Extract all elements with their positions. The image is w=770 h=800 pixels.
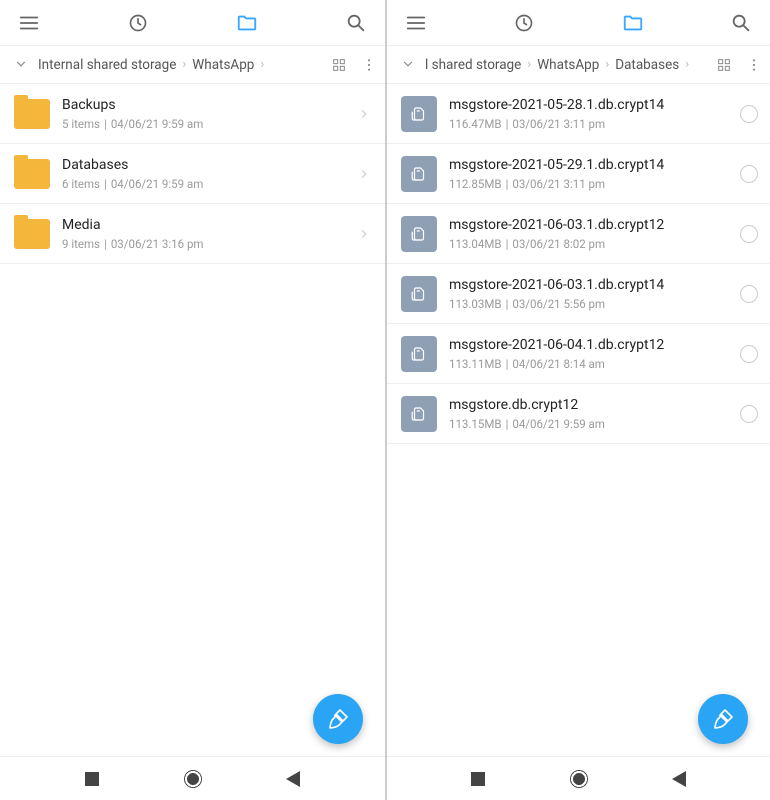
select-radio[interactable] <box>740 225 758 243</box>
file-icon <box>401 276 437 312</box>
list-item[interactable]: Media 9 items|03/06/21 3:16 pm <box>0 204 385 264</box>
chevron-down-icon[interactable] <box>14 57 30 73</box>
chevron-right-icon <box>357 166 373 182</box>
top-toolbar <box>387 0 770 46</box>
search-icon[interactable] <box>730 12 752 34</box>
item-name: msgstore-2021-06-03.1.db.crypt12 <box>449 217 728 233</box>
nav-recent-icon[interactable] <box>85 772 99 786</box>
left-pane: Internal shared storage › WhatsApp › Bac… <box>0 0 385 800</box>
hamburger-icon[interactable] <box>405 12 427 34</box>
grid-view-icon[interactable] <box>714 55 734 75</box>
chevron-right-icon <box>357 106 373 122</box>
recent-icon[interactable] <box>513 12 535 34</box>
list-item[interactable]: msgstore-2021-06-03.1.db.crypt12 113.04M… <box>387 204 770 264</box>
breadcrumb-path[interactable]: l shared storage › WhatsApp › Databases … <box>425 57 704 73</box>
more-icon[interactable] <box>744 55 764 75</box>
item-name: msgstore-2021-05-28.1.db.crypt14 <box>449 97 728 113</box>
crumb[interactable]: Internal shared storage <box>38 57 176 73</box>
file-icon <box>401 216 437 252</box>
breadcrumb-path[interactable]: Internal shared storage › WhatsApp › <box>38 57 319 73</box>
clean-fab[interactable] <box>313 694 363 744</box>
file-icon <box>401 396 437 432</box>
item-name: Databases <box>62 157 345 173</box>
folder-icon <box>14 219 50 249</box>
item-meta: 113.11MB|04/06/21 8:14 am <box>449 357 728 371</box>
list-item[interactable]: Backups 5 items|04/06/21 9:59 am <box>0 84 385 144</box>
nav-back-icon[interactable] <box>672 771 686 787</box>
select-radio[interactable] <box>740 405 758 423</box>
folder-list: Backups 5 items|04/06/21 9:59 am Databas… <box>0 84 385 756</box>
right-pane: l shared storage › WhatsApp › Databases … <box>385 0 770 800</box>
select-radio[interactable] <box>740 105 758 123</box>
breadcrumb[interactable]: l shared storage › WhatsApp › Databases … <box>387 46 770 84</box>
nav-home-icon[interactable] <box>184 770 202 788</box>
more-icon[interactable] <box>359 55 379 75</box>
item-meta: 113.04MB|03/06/21 8:02 pm <box>449 237 728 251</box>
item-meta: 9 items|03/06/21 3:16 pm <box>62 237 345 251</box>
select-radio[interactable] <box>740 285 758 303</box>
item-name: msgstore-2021-06-04.1.db.crypt12 <box>449 337 728 353</box>
list-item[interactable]: msgstore-2021-05-29.1.db.crypt14 112.85M… <box>387 144 770 204</box>
file-icon <box>401 156 437 192</box>
file-list: msgstore-2021-05-28.1.db.crypt14 116.47M… <box>387 84 770 756</box>
folder-icon <box>14 99 50 129</box>
list-item[interactable]: msgstore-2021-06-04.1.db.crypt12 113.11M… <box>387 324 770 384</box>
chevron-right-icon <box>357 226 373 242</box>
crumb[interactable]: WhatsApp <box>192 57 254 73</box>
recent-icon[interactable] <box>127 12 149 34</box>
item-name: msgstore-2021-05-29.1.db.crypt14 <box>449 157 728 173</box>
clean-fab[interactable] <box>698 694 748 744</box>
grid-view-icon[interactable] <box>329 55 349 75</box>
nav-back-icon[interactable] <box>286 771 300 787</box>
hamburger-icon[interactable] <box>18 12 40 34</box>
item-meta: 6 items|04/06/21 9:59 am <box>62 177 345 191</box>
nav-recent-icon[interactable] <box>471 772 485 786</box>
top-toolbar <box>0 0 385 46</box>
list-item[interactable]: msgstore.db.crypt12 113.15MB|04/06/21 9:… <box>387 384 770 444</box>
item-name: msgstore-2021-06-03.1.db.crypt14 <box>449 277 728 293</box>
item-meta: 112.85MB|03/06/21 3:11 pm <box>449 177 728 191</box>
item-meta: 113.03MB|03/06/21 5:56 pm <box>449 297 728 311</box>
chevron-right-icon: › <box>258 57 266 72</box>
item-meta: 5 items|04/06/21 9:59 am <box>62 117 345 131</box>
select-radio[interactable] <box>740 165 758 183</box>
list-item[interactable]: msgstore-2021-06-03.1.db.crypt14 113.03M… <box>387 264 770 324</box>
folder-tab-icon[interactable] <box>236 12 258 34</box>
breadcrumb[interactable]: Internal shared storage › WhatsApp › <box>0 46 385 84</box>
crumb[interactable]: WhatsApp <box>537 57 599 73</box>
list-item[interactable]: Databases 6 items|04/06/21 9:59 am <box>0 144 385 204</box>
select-radio[interactable] <box>740 345 758 363</box>
item-meta: 116.47MB|03/06/21 3:11 pm <box>449 117 728 131</box>
chevron-right-icon: › <box>525 57 533 72</box>
item-name: Backups <box>62 97 345 113</box>
item-name: Media <box>62 217 345 233</box>
nav-home-icon[interactable] <box>570 770 588 788</box>
crumb[interactable]: Databases <box>615 57 679 73</box>
file-icon <box>401 336 437 372</box>
item-meta: 113.15MB|04/06/21 9:59 am <box>449 417 728 431</box>
chevron-right-icon: › <box>683 57 691 72</box>
android-navbar <box>0 756 385 800</box>
chevron-right-icon: › <box>180 57 188 72</box>
item-name: msgstore.db.crypt12 <box>449 397 728 413</box>
folder-icon <box>14 159 50 189</box>
crumb[interactable]: l shared storage <box>425 57 521 73</box>
search-icon[interactable] <box>345 12 367 34</box>
chevron-down-icon[interactable] <box>401 57 417 73</box>
chevron-right-icon: › <box>603 57 611 72</box>
android-navbar <box>387 756 770 800</box>
file-icon <box>401 96 437 132</box>
list-item[interactable]: msgstore-2021-05-28.1.db.crypt14 116.47M… <box>387 84 770 144</box>
folder-tab-icon[interactable] <box>622 12 644 34</box>
